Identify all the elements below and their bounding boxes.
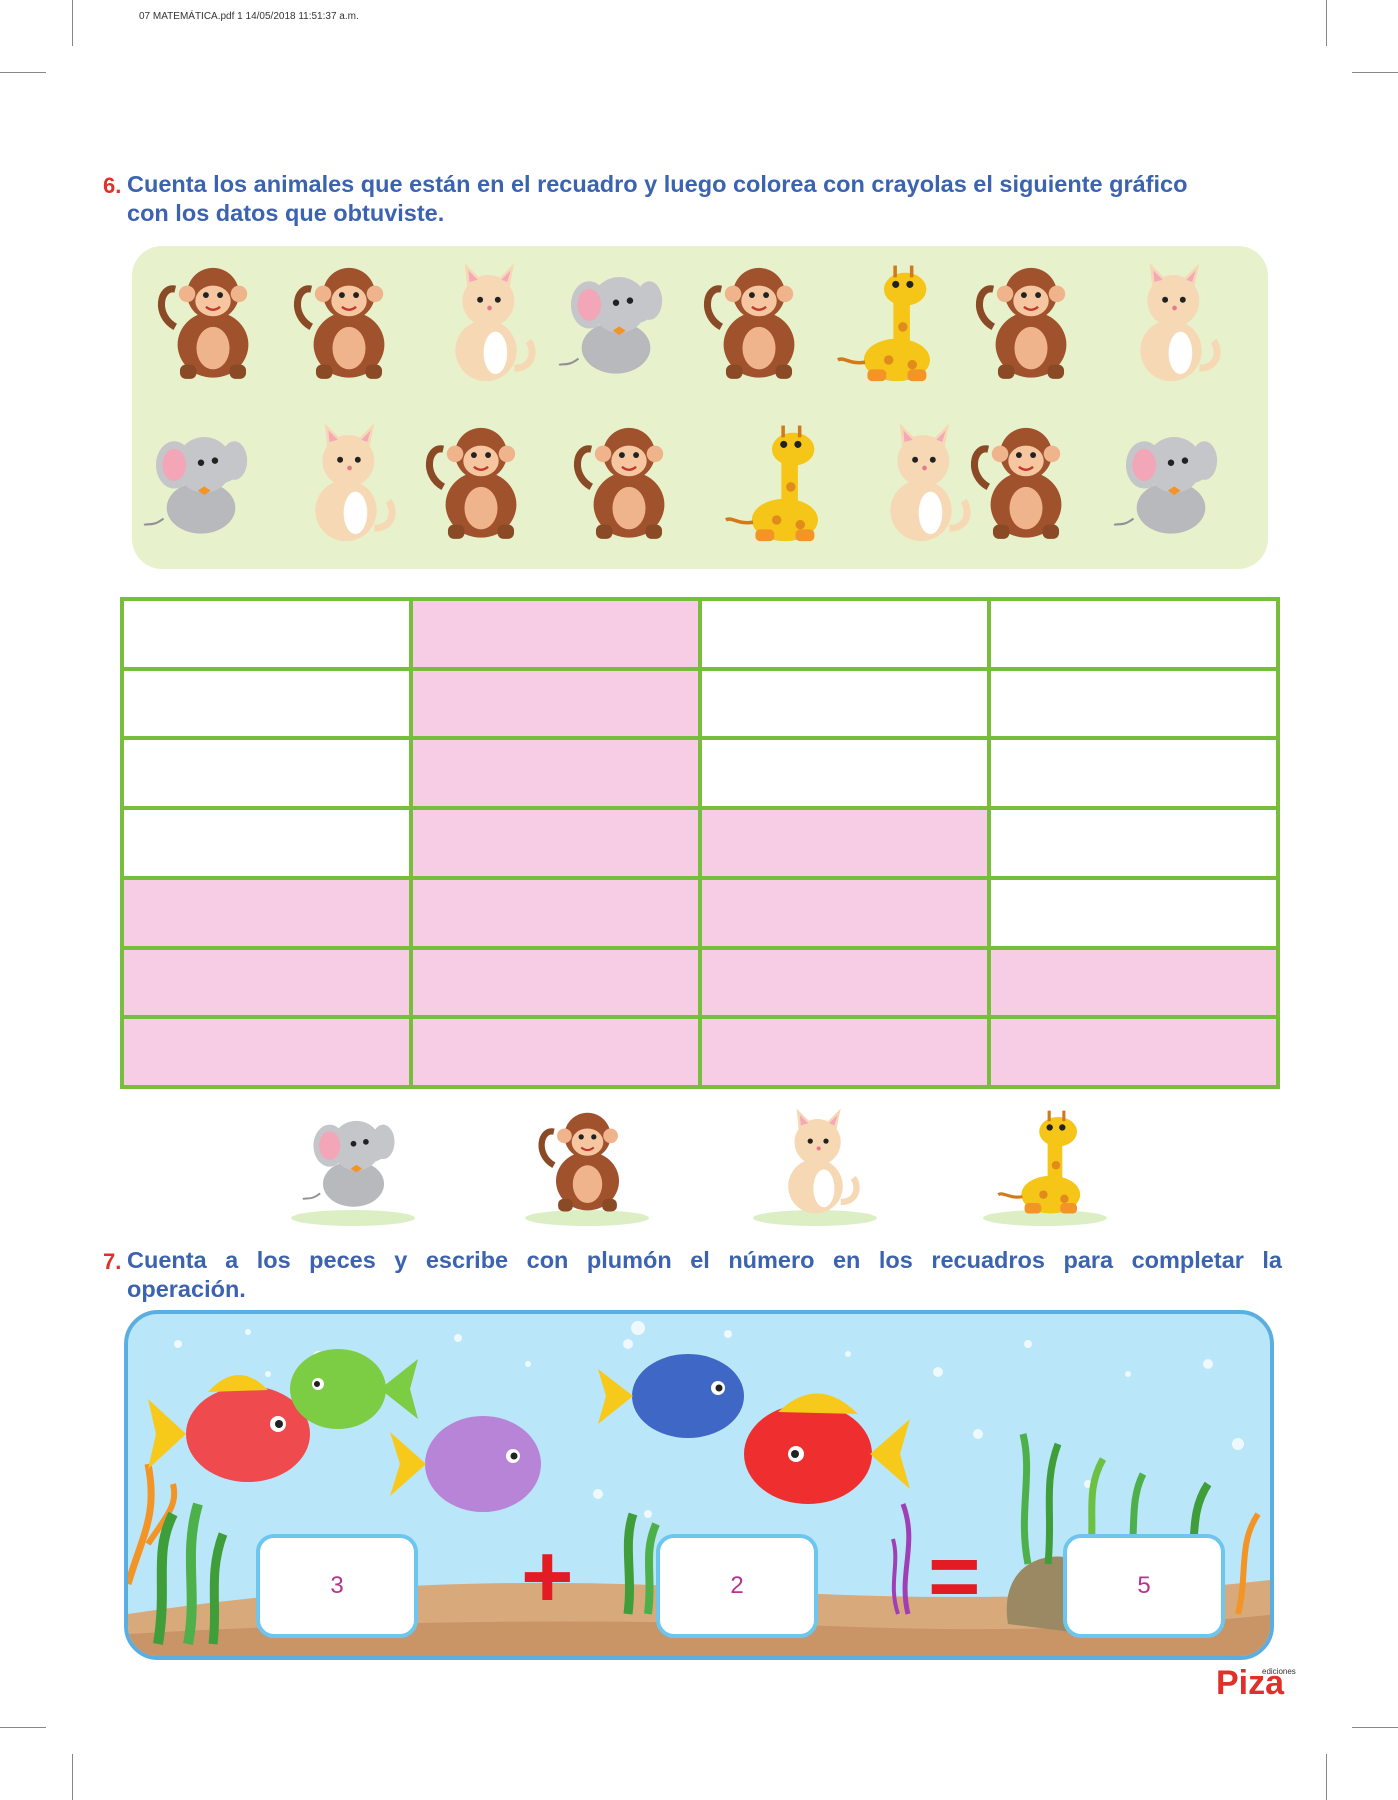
chart-cell-giraffe[interactable] — [987, 736, 1280, 811]
file-metadata: 07 MATEMÁTICA.pdf 1 14/05/2018 11:51:37 … — [139, 11, 359, 22]
chart-cell-monkey[interactable] — [409, 666, 702, 741]
chart-cell-cat[interactable] — [698, 736, 991, 811]
monkey-icon — [570, 416, 688, 551]
legend-monkey-icon — [517, 1100, 657, 1235]
chart-cell-monkey[interactable] — [409, 806, 702, 880]
chart-cell-giraffe[interactable] — [987, 945, 1280, 1020]
cat-icon — [862, 416, 980, 551]
question-6-text-line1: Cuenta los animales que están en el recu… — [127, 171, 1188, 197]
equals-sign: = — [928, 1527, 981, 1627]
plus-sign: + — [521, 1527, 574, 1627]
piza-logo-subtitle: ediciones — [1262, 1667, 1296, 1676]
chart-cell-cat[interactable] — [698, 597, 991, 671]
chart-cell-cat[interactable] — [698, 945, 991, 1020]
chart-cell-cat[interactable] — [698, 806, 991, 880]
chart-cell-cat[interactable] — [698, 1015, 991, 1089]
legend-cat-icon — [745, 1100, 885, 1235]
question-6-text-line2: con los datos que obtuviste. — [127, 200, 445, 226]
chart-cell-elephant[interactable] — [120, 945, 413, 1020]
chart-cell-giraffe[interactable] — [987, 597, 1280, 671]
chart-cell-elephant[interactable] — [120, 736, 413, 811]
chart-cell-elephant[interactable] — [120, 666, 413, 741]
blue-fish-icon — [598, 1354, 744, 1438]
chart-cell-cat[interactable] — [698, 875, 991, 950]
red-fish-left-icon — [148, 1374, 310, 1482]
monkey-icon — [700, 256, 818, 391]
question-7-number: 7. — [103, 1249, 122, 1274]
monkey-icon — [422, 416, 540, 551]
cat-icon — [287, 416, 405, 551]
chart-cell-giraffe[interactable] — [987, 806, 1280, 880]
green-fish-icon — [290, 1349, 418, 1429]
animals-panel — [132, 246, 1268, 569]
question-7-text-line2: operación. — [127, 1276, 246, 1302]
chart-row — [120, 1015, 1280, 1089]
chart-row — [120, 597, 1280, 671]
chart-row — [120, 666, 1280, 741]
monkey-icon — [154, 256, 272, 391]
chart-cell-monkey[interactable] — [409, 1015, 702, 1089]
chart-cell-elephant[interactable] — [120, 806, 413, 880]
monkey-icon — [967, 416, 1085, 551]
chart-cell-monkey[interactable] — [409, 597, 702, 671]
cat-icon — [1112, 256, 1230, 391]
chart-cell-giraffe[interactable] — [987, 875, 1280, 950]
chart-cell-giraffe[interactable] — [987, 1015, 1280, 1089]
answer-box-3[interactable]: 5 — [1063, 1534, 1225, 1638]
monkey-icon — [290, 256, 408, 391]
elephant-icon — [557, 256, 675, 391]
aquarium-scene: 3 + 2 = 5 — [124, 1310, 1274, 1660]
chart-cell-elephant[interactable] — [120, 1015, 413, 1089]
chart-table[interactable] — [120, 597, 1280, 1089]
chart-cell-monkey[interactable] — [409, 736, 702, 811]
chart-cell-cat[interactable] — [698, 666, 991, 741]
answer-box-1[interactable]: 3 — [256, 1534, 418, 1638]
chart-cell-elephant[interactable] — [120, 597, 413, 671]
purple-fish-icon — [390, 1416, 541, 1512]
chart-row — [120, 736, 1280, 811]
chart-cell-monkey[interactable] — [409, 875, 702, 950]
question-6-number: 6. — [103, 173, 122, 198]
giraffe-icon — [832, 256, 950, 391]
elephant-icon — [1112, 416, 1230, 551]
question-7-text-line1: Cuenta a los peces y escribe con plumón … — [127, 1247, 1282, 1273]
answer-box-2[interactable]: 2 — [656, 1534, 818, 1638]
bar-chart-grid[interactable] — [120, 597, 1280, 1089]
giraffe-icon — [720, 416, 838, 551]
legend-giraffe-icon — [975, 1100, 1115, 1235]
chart-cell-elephant[interactable] — [120, 875, 413, 950]
chart-row — [120, 875, 1280, 950]
chart-cell-giraffe[interactable] — [987, 666, 1280, 741]
red-fish-right-icon — [744, 1393, 910, 1504]
elephant-icon — [142, 416, 260, 551]
monkey-icon — [972, 256, 1090, 391]
chart-row — [120, 806, 1280, 880]
chart-cell-monkey[interactable] — [409, 945, 702, 1020]
legend-elephant-icon — [283, 1100, 423, 1235]
cat-icon — [427, 256, 545, 391]
chart-row — [120, 945, 1280, 1020]
